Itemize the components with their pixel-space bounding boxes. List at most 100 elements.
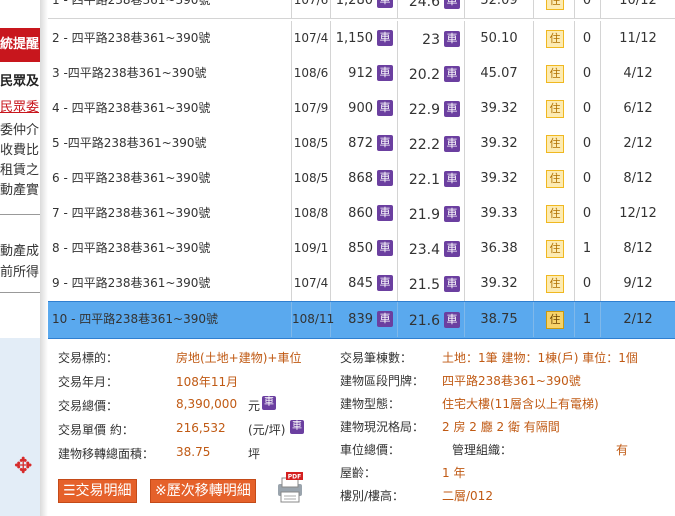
parking-cell: 0 bbox=[574, 91, 601, 126]
car-icon: 車 bbox=[377, 65, 393, 81]
transaction-detail: 交易標的： 房地(土地+建物)+車位 交易年月： 108年11月 交易總價： 8… bbox=[48, 340, 675, 516]
total-area-value: 845 bbox=[348, 276, 373, 291]
detail-value: 住宅大樓(11層含以上有電梯) bbox=[442, 397, 599, 411]
residence-icon: 住 bbox=[546, 100, 564, 118]
car-icon: 車 bbox=[444, 66, 460, 82]
residence-icon: 住 bbox=[546, 275, 564, 293]
total-area-cell: 900 車 bbox=[331, 91, 398, 126]
unit-price-value: 24.6 bbox=[408, 0, 440, 10]
usage-cell: 住 bbox=[534, 56, 575, 91]
unit-price-cell: 22.9 車 bbox=[398, 91, 465, 126]
parking-cell: 0 bbox=[574, 126, 601, 161]
car-icon: 車 bbox=[377, 170, 393, 186]
bg-text: 動產成 bbox=[0, 244, 40, 259]
detail-value: 土地：1筆 建物：1棟(戶) 車位：1個 bbox=[442, 351, 638, 365]
car-icon: 車 bbox=[444, 171, 460, 187]
table-row[interactable]: 3 -四平路238巷361~390號 108/6 912 車 20.2 車 45.07 住 0 4… bbox=[48, 56, 675, 92]
address-cell: 6 - 四平路238巷361~390號 bbox=[48, 161, 292, 196]
floor-cell: 8/12 bbox=[623, 171, 653, 186]
pdf-print-icon[interactable]: PDF bbox=[274, 472, 304, 504]
car-icon: 車 bbox=[377, 100, 393, 116]
bg-text: 民眾及 bbox=[0, 74, 40, 89]
building-area-cell: 39.32 bbox=[465, 126, 534, 161]
date-cell: 107/4 bbox=[292, 266, 331, 301]
table-row[interactable]: 8 - 四平路238巷361~390號 109/1 850 車 23.4 車 36.38 住 1… bbox=[48, 231, 675, 267]
bg-text: 動產實 bbox=[0, 183, 40, 198]
parking-cell: 0 bbox=[574, 266, 601, 301]
table-row[interactable]: 7 - 四平路238巷361~390號 108/8 860 車 21.9 車 39.33 住 0… bbox=[48, 196, 675, 232]
detail-label: 交易年月： bbox=[58, 375, 119, 389]
unit-price-value: 22.1 bbox=[408, 172, 440, 188]
table-row[interactable]: 1 - 四平路238巷361~390號107/6 1,280 車 24.6 車 52.09… bbox=[48, 0, 675, 19]
total-area-cell: 1,280 車 bbox=[331, 0, 398, 18]
total-area-value: 868 bbox=[348, 171, 373, 186]
total-area-cell: 872 車 bbox=[331, 126, 398, 161]
table-row[interactable]: 6 - 四平路238巷361~390號 108/5 868 車 22.1 車 39.32 住 0… bbox=[48, 161, 675, 197]
table-row[interactable]: 5 -四平路238巷361~390號 108/5 872 車 22.2 車 39.32 住 0 2… bbox=[48, 126, 675, 162]
unit-price-value: 22.9 bbox=[408, 102, 440, 118]
detail-label: 交易筆棟數： bbox=[340, 351, 413, 365]
bg-link[interactable]: 民眾委 bbox=[0, 96, 39, 115]
divider bbox=[0, 214, 40, 215]
residence-icon: 住 bbox=[546, 135, 564, 153]
detail-value: 房地(土地+建物)+車位 bbox=[176, 351, 302, 365]
total-area-cell: 860 車 bbox=[331, 196, 398, 231]
unit-price-value: 21.9 bbox=[408, 207, 440, 223]
total-area-cell: 868 車 bbox=[331, 161, 398, 196]
building-area-cell: 52.09 bbox=[465, 0, 534, 18]
unit-price-value: 21.6 bbox=[408, 313, 440, 329]
usage-cell: 住 bbox=[534, 196, 575, 231]
floor-cell: 11/12 bbox=[619, 31, 657, 46]
floor-cell: 8/12 bbox=[623, 241, 653, 256]
bg-text: 前所得 bbox=[0, 265, 40, 280]
car-icon: 車 bbox=[444, 276, 460, 292]
management-label: 管理組織： bbox=[452, 443, 513, 457]
table-row[interactable]: 9 - 四平路238巷361~390號 107/4 845 車 21.5 車 39.32 住 0… bbox=[48, 266, 675, 302]
unit-price-value: 22.2 bbox=[408, 137, 440, 153]
detail-value: 38.75 bbox=[176, 445, 211, 459]
move-icon[interactable]: ✥ bbox=[14, 456, 32, 478]
address-cell: 1 - 四平路238巷361~390號 bbox=[48, 0, 292, 18]
building-area-cell: 36.38 bbox=[465, 231, 534, 266]
parking-cell: 1 bbox=[574, 302, 601, 337]
detail-value: 2 房 2 廳 2 衛 有隔間 bbox=[442, 420, 560, 434]
detail-label: 建物型態： bbox=[340, 397, 401, 411]
unit-price-value: 20.2 bbox=[408, 67, 440, 83]
detail-label: 建物移轉總面積： bbox=[58, 447, 155, 461]
address-cell: 5 -四平路238巷361~390號 bbox=[48, 126, 292, 161]
car-icon: 車 bbox=[377, 30, 393, 46]
table-row[interactable]: 2 - 四平路238巷361~390號 107/4 1,150 車 23 車 50.10 住 0… bbox=[48, 21, 675, 57]
car-icon: 車 bbox=[377, 135, 393, 151]
address-cell: 3 -四平路238巷361~390號 bbox=[48, 56, 292, 91]
table-row-selected[interactable]: 10 - 四平路238巷361~390號 108/11 839 車 21.6 車 38.75… bbox=[48, 301, 675, 339]
transfer-history-button[interactable]: ※歷次移轉明細 bbox=[150, 479, 256, 503]
parking-cell: 0 bbox=[574, 0, 601, 18]
detail-label: 樓別/樓高： bbox=[340, 489, 405, 503]
bg-text: 委仲介 bbox=[0, 123, 40, 138]
unit-price-cell: 21.5 車 bbox=[398, 266, 465, 301]
car-icon: 車 bbox=[444, 101, 460, 117]
residence-icon: 住 bbox=[546, 170, 564, 188]
building-area-cell: 39.32 bbox=[465, 161, 534, 196]
parking-cell: 1 bbox=[574, 231, 601, 266]
trade-detail-button[interactable]: ☰交易明細 bbox=[58, 479, 137, 503]
pdf-label: PDF bbox=[288, 474, 301, 481]
popup-shadow bbox=[40, 0, 48, 516]
unit-price-value: 23.4 bbox=[408, 242, 440, 258]
address-cell: 2 - 四平路238巷361~390號 bbox=[48, 21, 292, 56]
building-area-cell: 50.10 bbox=[465, 21, 534, 56]
table-row[interactable]: 4 - 四平路238巷361~390號 107/9 900 車 22.9 車 39.32 住 0… bbox=[48, 91, 675, 127]
building-area-cell: 38.75 bbox=[465, 302, 534, 337]
floor-cell: 12/12 bbox=[619, 206, 657, 221]
building-area-cell: 45.07 bbox=[465, 56, 534, 91]
unit-price-cell: 24.6 車 bbox=[398, 0, 465, 18]
unit-price-cell: 21.6 車 bbox=[398, 302, 465, 337]
floor-cell: 4/12 bbox=[623, 66, 653, 81]
total-area-value: 1,150 bbox=[335, 31, 373, 46]
unit-price-cell: 23.4 車 bbox=[398, 231, 465, 266]
floor-cell: 6/12 bbox=[623, 101, 653, 116]
detail-label: 建物區段門牌： bbox=[340, 374, 425, 388]
detail-value: 四平路238巷361~390號 bbox=[442, 374, 581, 388]
detail-unit: 坪 bbox=[248, 447, 261, 461]
bg-text: 收費比 bbox=[0, 143, 40, 158]
